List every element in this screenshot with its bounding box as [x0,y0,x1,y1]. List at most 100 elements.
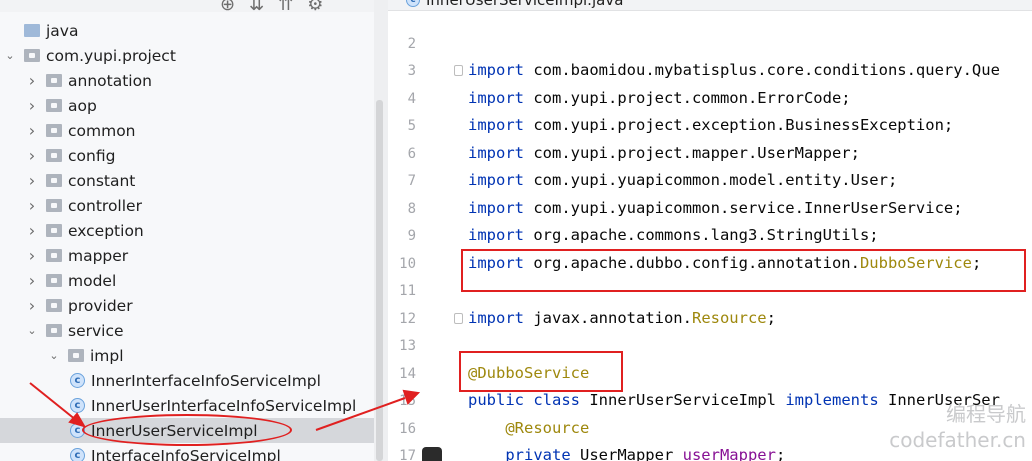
chevron-right-icon[interactable]: › [26,171,38,190]
code-token: import [468,61,524,79]
tree-item[interactable]: c InterfaceInfoServiceImpl [0,443,374,461]
tree-item-label: annotation [68,71,152,90]
tree-item[interactable]: c InnerUserServiceImpl [0,418,388,443]
fold-marker-icon[interactable] [454,65,463,76]
code-line[interactable]: import org.apache.commons.lang3.StringUt… [468,226,879,244]
fold-marker-icon[interactable] [454,313,463,324]
tree-item-label: mapper [68,246,129,265]
code-token: InnerUserServiceImpl [580,391,786,409]
line-number: 12 [399,311,416,327]
tree-item[interactable]: › constant [0,168,374,193]
line-number: 11 [399,283,416,299]
code-token: import [468,226,524,244]
chevron-down-icon[interactable]: ⌄ [4,49,16,62]
package-icon [46,199,62,212]
code-line[interactable]: private UserMapper userMapper; [468,446,785,461]
tree-item[interactable]: › provider [0,293,374,318]
code-token: import [468,89,524,107]
code-token: import [468,144,524,162]
chevron-right-icon[interactable]: › [26,296,38,315]
class-icon: c [70,423,85,438]
collapse-all-icon[interactable]: ⇊ [249,0,264,15]
package-icon [46,299,62,312]
editor-tab-bar: c InnerUserServiceImpl.java [388,0,1032,11]
watermark: 编程导航 codefather.cn [889,401,1026,453]
tree-item[interactable]: java [0,18,374,43]
class-icon: c [70,398,85,413]
code-token: @DubboService [468,364,590,382]
code-line[interactable]: import com.yupi.project.mapper.UserMappe… [468,144,860,162]
tree-item[interactable]: › common [0,118,374,143]
code-token: ; [775,446,786,461]
tree-item[interactable]: › annotation [0,68,374,93]
tree-item-label: controller [68,196,142,215]
chevron-right-icon[interactable]: › [26,71,38,90]
line-number: 6 [407,146,416,162]
tab-inneruserserviceimpl[interactable]: c InnerUserServiceImpl.java [396,0,633,10]
project-toolbar-icons: ⊕ ⇊ ⇈ ⚙ [220,0,323,15]
line-number: 3 [407,63,416,79]
code-line[interactable]: @DubboService [468,364,589,382]
chevron-right-icon[interactable]: › [26,196,38,215]
locate-icon[interactable]: ⊕ [220,0,235,15]
tree-item-label: InnerUserServiceImpl [91,421,258,440]
tree-item[interactable]: c InnerUserInterfaceInfoServiceImpl [0,393,374,418]
chevron-right-icon[interactable]: › [26,271,38,290]
code-line[interactable]: import com.yupi.yuapicommon.service.Inne… [468,199,963,217]
tree-item[interactable]: ⌄ service [0,318,374,343]
chevron-right-icon[interactable]: › [26,146,38,165]
code-token: Resource [691,309,767,327]
line-number-gutter: 2 3 4 5 6 7 8 9 10 11 12 13 14 15 16 17 [388,0,463,461]
tree-item-label: config [68,146,116,165]
code-token: public [468,391,524,409]
chevron-right-icon[interactable]: › [26,121,38,140]
tree-item-label: service [68,321,124,340]
tree-item-label: provider [68,296,133,315]
tree-item[interactable]: ⌄ impl [0,343,374,368]
tree-item-label: constant [68,171,136,190]
chevron-down-icon[interactable]: ⌄ [48,349,60,362]
package-icon [46,149,62,162]
tree-item-label: aop [68,96,97,115]
line-number: 17 [399,448,416,461]
chevron-down-icon[interactable]: ⌄ [26,324,38,337]
code-token: com.yupi.yuapicommon.model.entity.User; [524,171,898,189]
tree-item[interactable]: › aop [0,93,374,118]
line-number: 10 [399,256,416,272]
tree-item[interactable]: c InnerInterfaceInfoServiceImpl [0,368,374,393]
package-icon [46,249,62,262]
tree-item[interactable]: › config [0,143,374,168]
tab-label: InnerUserServiceImpl.java [426,0,624,9]
code-line[interactable]: import javax.annotation.Resource; [468,309,776,327]
line-number: 8 [407,201,416,217]
tree-item[interactable]: › mapper [0,243,374,268]
code-line[interactable]: import org.apache.dubbo.config.annotatio… [468,254,981,272]
tree-item[interactable]: › exception [0,218,374,243]
package-icon [46,224,62,237]
code-token: com.yupi.yuapicommon.service.InnerUserSe… [524,199,963,217]
settings-gear-icon[interactable]: ⚙ [307,0,323,15]
package-icon [46,274,62,287]
bean-gutter-icon[interactable] [422,447,442,461]
expand-all-icon[interactable]: ⇈ [278,0,293,15]
chevron-right-icon[interactable]: › [26,221,38,240]
tree-item[interactable]: › controller [0,193,374,218]
tree-scrollbar-thumb[interactable] [376,100,383,461]
tree-item[interactable]: › model [0,268,374,293]
code-line[interactable]: import com.yupi.project.common.ErrorCode… [468,89,851,107]
code-line[interactable]: import com.yupi.project.exception.Busine… [468,116,953,134]
line-number: 16 [399,421,416,437]
code-token: @Resource [505,419,590,437]
code-line[interactable]: import com.baomidou.mybatisplus.core.con… [468,61,1000,79]
chevron-right-icon[interactable]: › [26,246,38,265]
code-line[interactable]: import com.yupi.yuapicommon.model.entity… [468,171,897,189]
chevron-right-icon[interactable]: › [26,96,38,115]
tree-item-label: InterfaceInfoServiceImpl [91,446,281,461]
code-token: org.apache.commons.lang3.StringUtils; [524,226,879,244]
code-token: import [468,254,524,272]
code-token: com.yupi.project.mapper.UserMapper; [524,144,860,162]
tree-item-label: common [68,121,136,140]
code-line[interactable]: @Resource [468,419,589,437]
tree-item[interactable]: ⌄ com.yupi.project [0,43,374,68]
code-token: com.yupi.project.exception.BusinessExcep… [524,116,954,134]
